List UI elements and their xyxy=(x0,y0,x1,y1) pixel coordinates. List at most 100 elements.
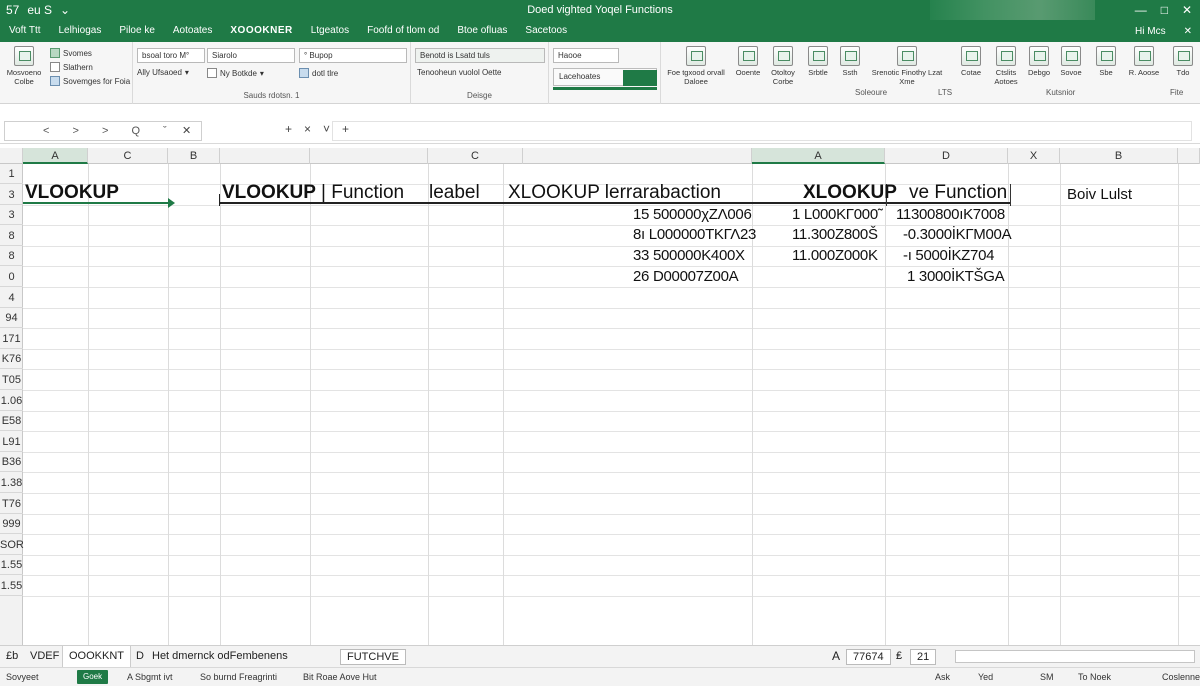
design-button[interactable]: Debgo xyxy=(1025,46,1053,77)
row-header[interactable]: 1.06 xyxy=(0,391,23,411)
status-view[interactable]: Ask xyxy=(935,672,950,682)
horizontal-scrollbar[interactable] xyxy=(955,650,1195,663)
todo-button[interactable]: Tdo xyxy=(1170,46,1196,77)
sort-button[interactable]: Ssth xyxy=(836,46,864,77)
sheet-tab[interactable]: Het dmernck odFembenens xyxy=(146,646,294,667)
conditional-format-button[interactable]: Foe tgxood orvall Daloee xyxy=(664,46,728,86)
clipboard-item[interactable]: Svomes xyxy=(50,48,92,58)
merge-row[interactable]: Tenooheun vuolol Oette xyxy=(417,68,502,77)
font-size-box[interactable]: Siarolo xyxy=(207,48,295,63)
paste-button[interactable]: Mosvoeno Colbe xyxy=(6,46,42,86)
tab-home[interactable]: Lelhiogas xyxy=(50,20,111,42)
formula-input[interactable] xyxy=(332,121,1192,141)
cell-area[interactable]: VLOOKUP VLOOKUP | Function leabel XLOOKU… xyxy=(23,164,1200,645)
row-header[interactable]: E58 xyxy=(0,411,23,431)
share-button[interactable]: Sbe xyxy=(1094,46,1118,77)
cell-value[interactable]: -ı 5000İΚZ704 xyxy=(903,247,994,264)
cell-styles-button[interactable]: Otoltoy Corbe xyxy=(767,46,799,86)
name-box-close-icon[interactable]: ✕ xyxy=(182,124,191,137)
account-menu[interactable]: Hi Mcs xyxy=(1135,26,1166,37)
column-header[interactable]: A xyxy=(23,148,88,164)
fill-color-icon[interactable] xyxy=(299,68,309,78)
column-header[interactable]: C xyxy=(428,148,523,164)
cell-value[interactable]: 33 500000K400X xyxy=(633,247,745,264)
clipboard-item[interactable]: Sovemges for Foia xyxy=(50,76,130,86)
font-name-box[interactable]: bsoal toro M° xyxy=(137,48,205,63)
cell-value[interactable]: 26 D00007Z00A xyxy=(633,268,739,285)
sheet-tab-active[interactable]: OOOKKNT xyxy=(62,646,132,667)
row-header[interactable]: B36 xyxy=(0,452,23,472)
status-view[interactable]: SM xyxy=(1040,672,1054,682)
clipboard-item[interactable]: Slathern xyxy=(50,62,93,72)
row-header[interactable]: 171 xyxy=(0,329,23,349)
border-icon[interactable] xyxy=(207,68,217,78)
cell-vlookup-function[interactable]: | Function xyxy=(321,182,404,204)
row-header[interactable]: SOR xyxy=(0,535,24,555)
row-header[interactable]: 1.55 xyxy=(0,555,23,575)
row-header[interactable]: 1 xyxy=(0,164,23,184)
close-icon[interactable]: ✕ xyxy=(1182,3,1192,17)
access-button[interactable]: R. Aoose xyxy=(1124,46,1164,77)
font-option[interactable]: Ally Ufsaoed xyxy=(137,68,182,77)
cell-result-list[interactable]: Boiv Lulst xyxy=(1067,186,1132,203)
font-option[interactable]: dotl tlre xyxy=(312,69,338,78)
insert-button[interactable]: Srbtle xyxy=(803,46,833,77)
column-header[interactable]: D xyxy=(885,148,1008,164)
row-header[interactable]: 3 xyxy=(0,185,23,205)
row-header[interactable]: 4 xyxy=(0,288,23,308)
cell-value[interactable]: 11.300Z800Š xyxy=(792,226,878,243)
ribbon-close-icon[interactable]: ✕ xyxy=(1184,26,1192,37)
expand-icon[interactable]: + xyxy=(285,122,292,136)
minimize-icon[interactable]: — xyxy=(1135,3,1147,17)
cell-value[interactable]: -0.3000İΚΓΜ00A xyxy=(903,226,1012,243)
cell-a1[interactable]: VLOOKUP xyxy=(25,182,119,204)
cell-value[interactable]: 11.000Z000K xyxy=(792,247,878,264)
font-style-box[interactable]: ° Bupop xyxy=(299,48,407,63)
cancel-icon[interactable]: × xyxy=(304,122,311,136)
row-header[interactable]: 1.55 xyxy=(0,576,23,596)
row-header[interactable]: T05 xyxy=(0,370,23,390)
column-header[interactable]: B xyxy=(1060,148,1178,164)
cell-vlookup-title[interactable]: VLOOKUP xyxy=(222,182,316,204)
column-header[interactable]: B xyxy=(168,148,220,164)
format-table-button[interactable]: Ooente xyxy=(732,46,764,77)
number-format-accent[interactable] xyxy=(623,70,657,86)
cell-value[interactable]: 1 L000KΓ000˜ xyxy=(792,206,883,223)
cell-value[interactable]: 1 3000İΚΤŠGA xyxy=(907,268,1005,285)
row-header[interactable]: 8 xyxy=(0,226,23,246)
status-button[interactable]: Goek xyxy=(77,670,109,684)
sheet-tab[interactable]: VDEF xyxy=(24,646,65,667)
row-header[interactable]: T76 xyxy=(0,494,23,514)
tab-layout[interactable]: Ltgeatos xyxy=(302,20,358,42)
row-header[interactable]: 1.38 xyxy=(0,473,23,493)
column-header[interactable]: C xyxy=(88,148,168,164)
tab-review[interactable]: Sacetoos xyxy=(516,20,576,42)
name-box[interactable]: < > > Q ˇ xyxy=(4,121,202,141)
create-button[interactable]: Cotae xyxy=(955,46,987,77)
actions-button[interactable]: Ctslits Aotoes xyxy=(990,46,1022,86)
tab-insert[interactable]: Piloe ke xyxy=(110,20,164,42)
tab-file[interactable]: Voft Ttt xyxy=(0,20,50,42)
tab-draw[interactable]: Aotoates xyxy=(164,20,221,42)
row-header[interactable]: 999 xyxy=(0,514,23,534)
row-header[interactable]: 0 xyxy=(0,267,23,287)
column-header[interactable] xyxy=(1178,148,1200,164)
cell-xlookup-header[interactable]: XLOOKUP lerrarabaction xyxy=(508,182,721,204)
cell-xlookup-title[interactable]: XLOOKUP xyxy=(803,182,897,204)
maximize-icon[interactable]: □ xyxy=(1161,3,1168,17)
column-header[interactable] xyxy=(310,148,428,164)
row-header[interactable]: 3 xyxy=(0,205,23,225)
wrap-text-button[interactable]: Benotd is Lsatd tuls xyxy=(415,48,545,63)
sheet-nav[interactable]: £b xyxy=(0,646,24,667)
number-format-dropdown[interactable]: Haooe xyxy=(553,48,619,63)
find-select-button[interactable]: Srenotic Finothy Lzat Xme xyxy=(867,46,947,86)
save-button[interactable]: Sovoe xyxy=(1056,46,1086,77)
chevron-down-icon[interactable]: ▾ xyxy=(260,69,264,78)
column-header[interactable] xyxy=(523,148,752,164)
column-header[interactable] xyxy=(220,148,310,164)
status-view[interactable]: Yed xyxy=(978,672,993,682)
select-all-corner[interactable] xyxy=(0,148,23,164)
status-zoom-level[interactable]: Coslenne xyxy=(1162,672,1200,682)
row-header[interactable]: K76 xyxy=(0,349,23,369)
row-header[interactable]: L91 xyxy=(0,432,23,452)
